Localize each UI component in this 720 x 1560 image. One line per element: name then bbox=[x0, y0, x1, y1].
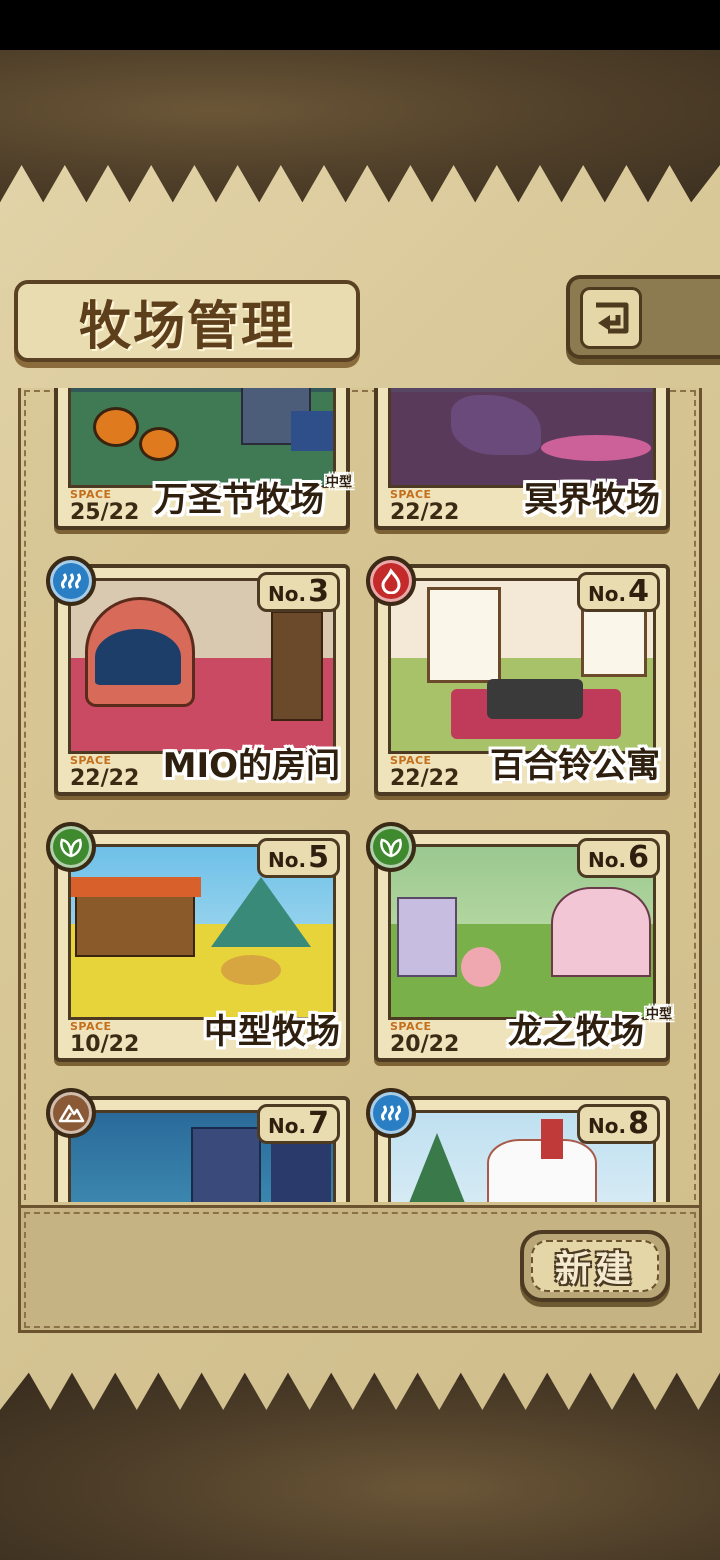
title-banner: 牧场管理 bbox=[14, 280, 360, 362]
ranch-card-8[interactable]: No. 8 bbox=[366, 1088, 670, 1202]
page-title: 牧场管理 bbox=[78, 296, 295, 357]
ranch-card-7[interactable]: No. 7 bbox=[46, 1088, 350, 1202]
size-tag: 中型 bbox=[326, 475, 353, 490]
ranch-name: 冥界牧场 bbox=[524, 480, 660, 520]
new-ranch-button[interactable]: 新建 bbox=[520, 1230, 670, 1302]
water-icon bbox=[46, 556, 96, 606]
status-bar bbox=[0, 0, 720, 50]
ranch-card-mio-room[interactable]: No. 3 SPACE 22/22 MIO的房间 bbox=[46, 556, 350, 796]
ranch-list[interactable]: SPACE 25/22 万圣节牧场 中型 SPACE 22/22 冥界牧场 No.… bbox=[0, 388, 720, 1202]
ranch-card-yurine-apartment[interactable]: No. 4 SPACE 22/22 百合铃公寓 bbox=[366, 556, 670, 796]
back-button[interactable] bbox=[566, 275, 720, 359]
ranch-number-badge: No. 5 bbox=[257, 838, 340, 878]
ranch-number-badge: No. 6 bbox=[577, 838, 660, 878]
ranch-card-underworld[interactable]: SPACE 22/22 冥界牧场 bbox=[374, 388, 670, 530]
ranch-card-halloween[interactable]: SPACE 25/22 万圣节牧场 中型 bbox=[54, 388, 353, 530]
space-count: 25/22 bbox=[70, 500, 140, 525]
earth-icon bbox=[46, 1088, 96, 1138]
leaf-icon bbox=[366, 822, 416, 872]
ranch-name: 百合铃公寓 bbox=[490, 746, 660, 786]
new-button-label: 新建 bbox=[554, 1249, 635, 1290]
ranch-name: 万圣节牧场 中型 bbox=[154, 475, 353, 520]
ranch-name: 龙之牧场 中型 bbox=[508, 1007, 673, 1052]
water-icon bbox=[366, 1088, 416, 1138]
ranch-number-badge: No. 7 bbox=[257, 1104, 340, 1144]
new-button-inner: 新建 bbox=[531, 1240, 659, 1292]
space-count: 22/22 bbox=[390, 500, 460, 525]
ranch-card-dragon-ranch[interactable]: No. 6 SPACE 20/22 龙之牧场 中型 bbox=[366, 822, 673, 1062]
space-count: 20/22 bbox=[390, 1032, 460, 1057]
ranch-number-badge: No. 4 bbox=[577, 572, 660, 612]
size-tag: 中型 bbox=[646, 1007, 673, 1022]
space-count: 22/22 bbox=[390, 766, 460, 791]
ranch-card-medium-ranch[interactable]: No. 5 SPACE 10/22 中型牧场 bbox=[46, 822, 350, 1062]
return-arrow-icon bbox=[580, 287, 642, 349]
space-count: 10/22 bbox=[70, 1032, 140, 1057]
ranch-number-badge: No. 8 bbox=[577, 1104, 660, 1144]
ranch-name: 中型牧场 bbox=[204, 1012, 340, 1052]
space-count: 22/22 bbox=[70, 766, 140, 791]
ranch-name: MIO的房间 bbox=[162, 746, 340, 786]
ranch-number-badge: No. 3 bbox=[257, 572, 340, 612]
fire-icon bbox=[366, 556, 416, 606]
leaf-icon bbox=[46, 822, 96, 872]
